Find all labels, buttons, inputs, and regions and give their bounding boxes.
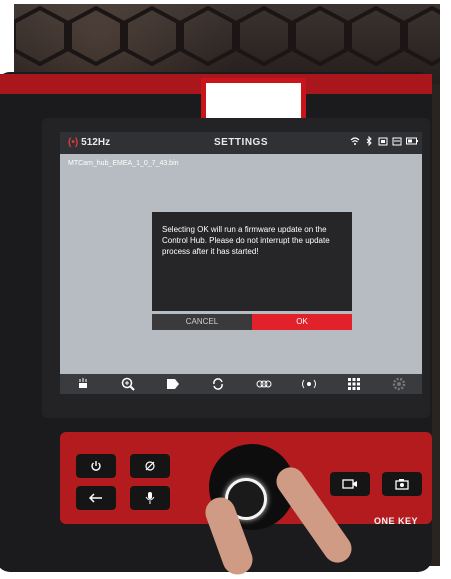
bottom-toolbar (60, 374, 422, 394)
storage-icon (392, 136, 402, 146)
status-bar: (•) 512Hz SETTINGS (60, 132, 422, 154)
back-icon (89, 493, 102, 503)
power-button[interactable] (76, 454, 116, 478)
dialog-message: Selecting OK will run a firmware update … (162, 225, 330, 256)
back-button[interactable] (76, 486, 116, 510)
brand-logo: ONE KEY (374, 516, 418, 526)
wifi-icon (350, 136, 360, 146)
settings-icon[interactable] (391, 377, 407, 391)
microphone-icon (145, 492, 155, 504)
device-screen: (•) 512Hz SETTINGS MTCam_hub_EMEA_1_0_7_4… (60, 132, 422, 394)
tag-icon[interactable] (165, 377, 181, 391)
light-icon[interactable] (75, 377, 91, 391)
locate-icon[interactable] (301, 377, 317, 391)
camera-button[interactable] (382, 472, 422, 496)
video-record-button[interactable] (330, 472, 370, 496)
bluetooth-icon (364, 135, 374, 147)
rotate-icon[interactable] (210, 377, 226, 391)
no-signal-icon (145, 461, 155, 471)
sonde-icon[interactable] (256, 377, 272, 391)
zoom-in-icon[interactable] (120, 377, 136, 391)
sd-card-icon (378, 136, 388, 146)
brand-text: ONE KEY (374, 516, 419, 526)
grid-icon[interactable] (346, 377, 362, 391)
camera-icon (395, 479, 409, 490)
status-icons (350, 135, 418, 147)
battery-icon (406, 136, 418, 146)
microphone-button[interactable] (130, 486, 170, 510)
ok-button[interactable]: OK (252, 314, 352, 330)
cancel-button[interactable]: CANCEL (152, 314, 252, 330)
firmware-update-dialog: Selecting OK will run a firmware update … (152, 212, 352, 311)
video-record-icon (342, 479, 357, 489)
dialog-actions: CANCEL OK (152, 314, 352, 330)
power-icon (91, 461, 101, 471)
firmware-filename: MTCam_hub_EMEA_1_0_7_43.bin (68, 160, 179, 167)
mute-button[interactable] (130, 454, 170, 478)
